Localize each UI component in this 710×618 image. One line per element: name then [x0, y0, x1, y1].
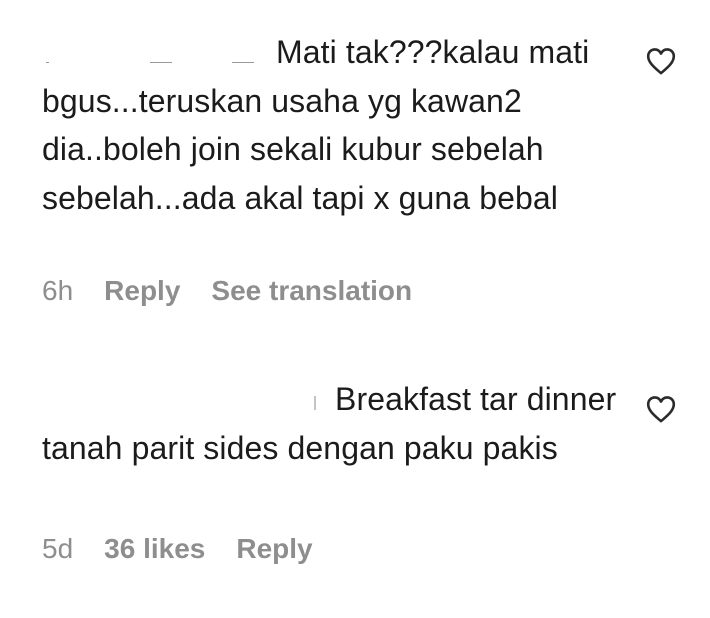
redacted-username [42, 33, 267, 63]
comment-timestamp: 5d [42, 533, 74, 564]
reply-button[interactable]: Reply [104, 275, 180, 307]
heart-icon[interactable] [645, 46, 677, 76]
heart-icon[interactable] [645, 394, 677, 424]
comment-body: Mati tak???kalau mati bgus...teruskan us… [42, 28, 622, 222]
likes-count-button[interactable]: 36 likes [104, 533, 205, 565]
see-translation-button[interactable]: See translation [211, 275, 412, 307]
comment-body: Breakfast tar dinner tanah parit sides d… [42, 375, 622, 472]
comment-timestamp: 6h [42, 275, 74, 306]
comment-meta: 5d 36 likes Reply [42, 532, 313, 566]
redacted-username [42, 380, 326, 410]
comment-meta: 6h Reply See translation [42, 274, 412, 308]
reply-button[interactable]: Reply [236, 533, 312, 565]
